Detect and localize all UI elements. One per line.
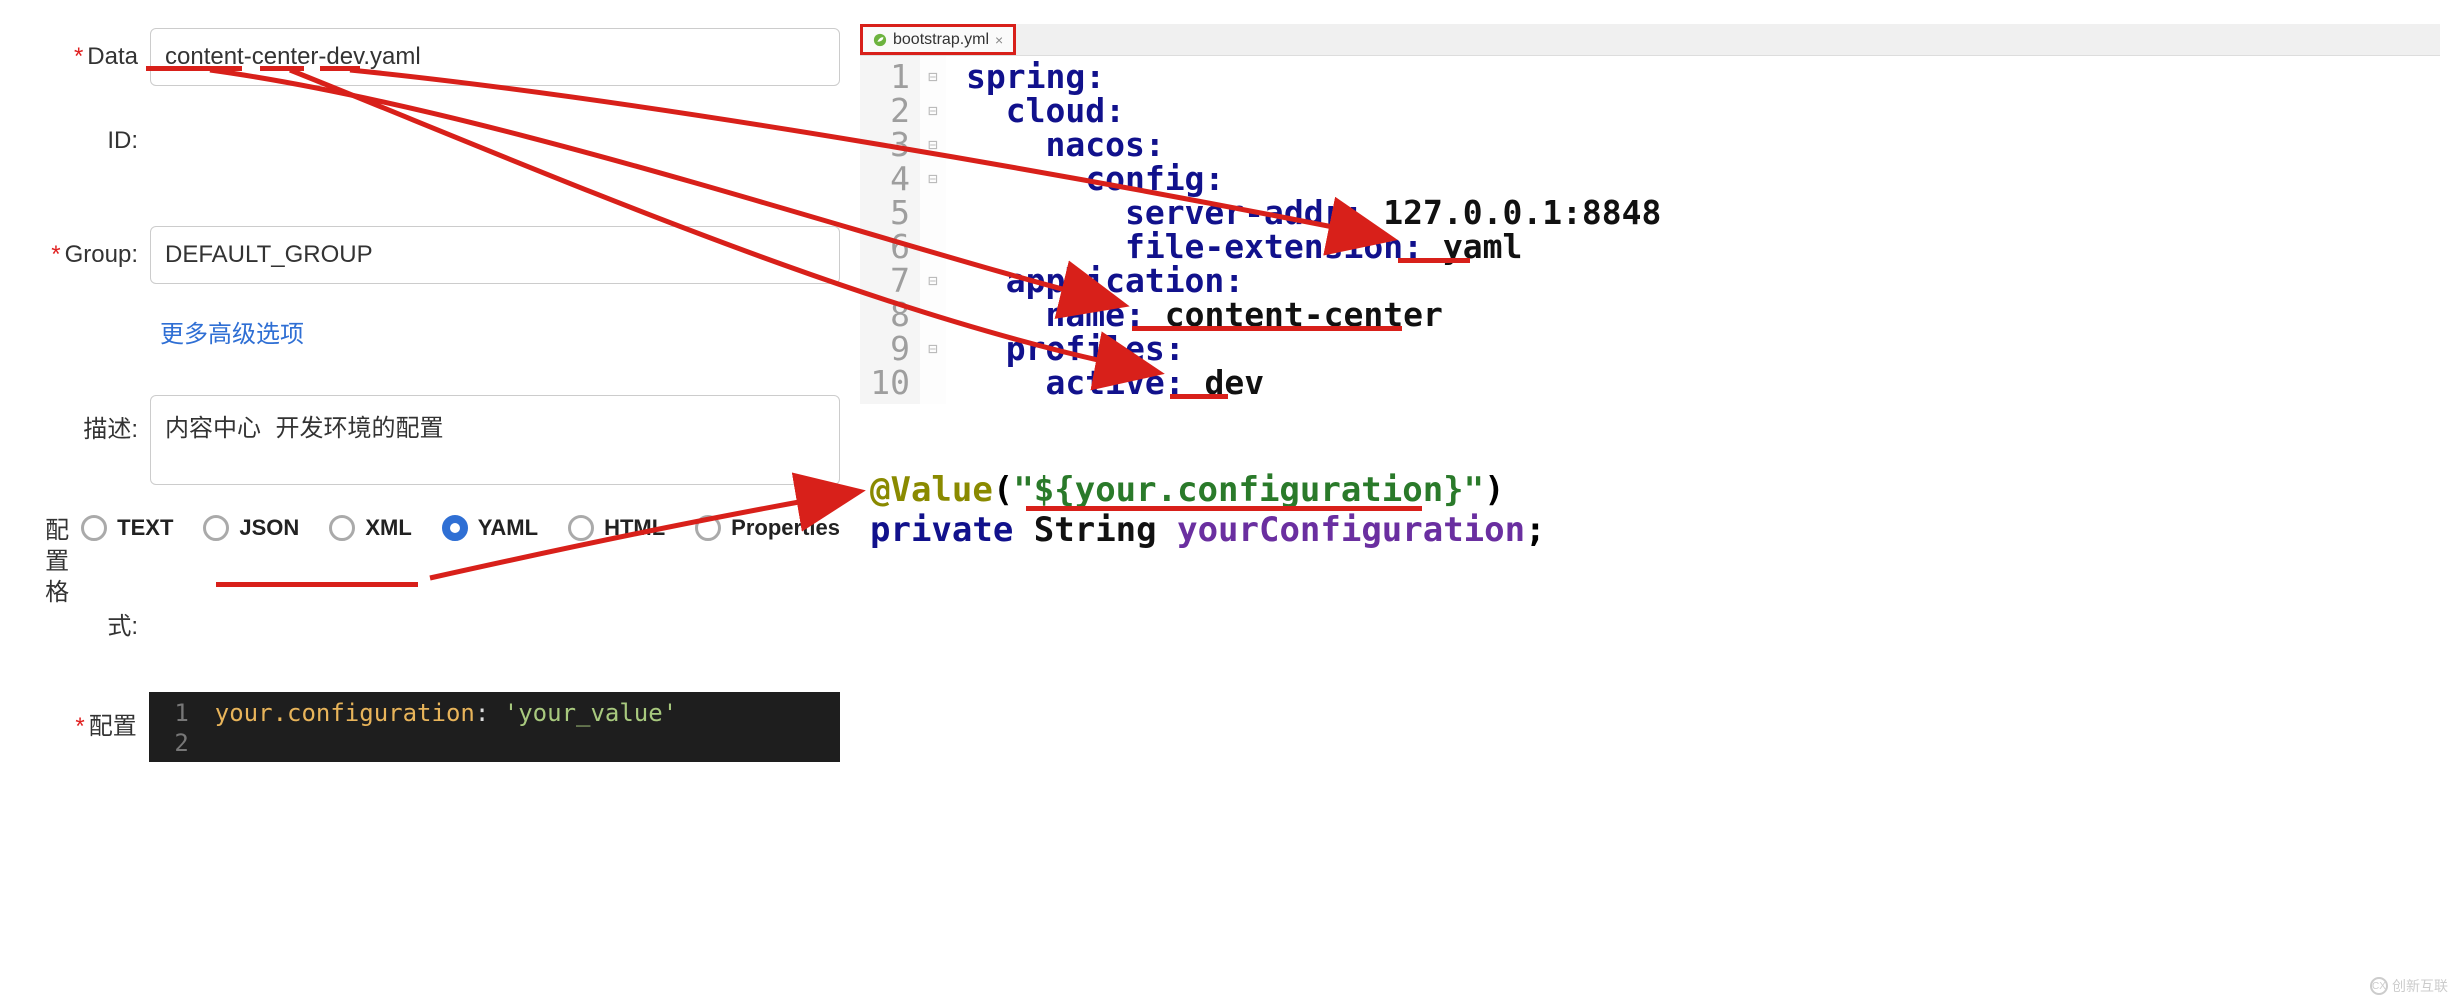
tab-bar: bootstrap.yml × <box>860 24 2440 56</box>
dark-sep: : <box>475 699 489 727</box>
label-data: Data <box>87 43 138 70</box>
row-desc: 描述: <box>40 395 840 485</box>
dark-line-2: 2 <box>149 728 189 758</box>
gutter-line: 7 <box>860 264 910 298</box>
gutter: 12345678910 <box>860 56 920 404</box>
row-id: ID: <box>40 112 840 170</box>
dark-gutter: 1 2 <box>149 692 199 762</box>
format-radio-xml[interactable]: XML <box>329 515 411 541</box>
watermark: CX 创新互联 <box>2370 976 2448 996</box>
gutter-line: 3 <box>860 128 910 162</box>
radio-label: XML <box>365 515 411 541</box>
format-radio-group: TEXT JSON XML YAML HTML Properties <box>81 515 840 541</box>
spring-leaf-icon <box>873 33 887 47</box>
dark-code: your.configuration: 'your_value' <box>199 692 677 762</box>
group-input[interactable] <box>150 226 840 284</box>
underline-yaml <box>1398 258 1470 263</box>
watermark-logo-icon: CX <box>2370 977 2388 995</box>
dark-val: 'your_value' <box>504 699 677 727</box>
underline-placeholder <box>1026 506 1422 511</box>
format-radio-properties[interactable]: Properties <box>695 515 840 541</box>
fold-column: ⊟⊟⊟⊟⊟⊟ <box>920 56 946 404</box>
underline-center <box>260 66 304 71</box>
underline-dev <box>320 66 360 71</box>
desc-input[interactable] <box>150 395 840 485</box>
radio-label: JSON <box>239 515 299 541</box>
file-tab-bootstrap[interactable]: bootstrap.yml × <box>860 24 1016 55</box>
gutter-line: 5 <box>860 196 910 230</box>
gutter-line: 2 <box>860 94 910 128</box>
radio-circle-icon <box>203 515 229 541</box>
radio-circle-icon <box>695 515 721 541</box>
tab-label: bootstrap.yml <box>893 31 989 49</box>
row-data: *Data <box>40 28 840 86</box>
label-desc: 描述: <box>83 416 138 443</box>
dark-line-1: 1 <box>149 698 189 728</box>
format-radio-yaml[interactable]: YAML <box>442 515 538 541</box>
row-group: *Group: <box>40 226 840 284</box>
dark-key: your.configuration <box>215 699 475 727</box>
gutter-line: 8 <box>860 298 910 332</box>
format-radio-text[interactable]: TEXT <box>81 515 173 541</box>
label-format-2: 式: <box>107 613 138 640</box>
gutter-line: 10 <box>860 366 910 400</box>
label-format-1: 配置格 <box>45 517 69 606</box>
gutter-line: 4 <box>860 162 910 196</box>
data-input[interactable] <box>150 28 840 86</box>
label-group: Group: <box>65 241 138 268</box>
radio-circle-icon <box>329 515 355 541</box>
label-id: ID: <box>107 127 138 154</box>
format-radio-json[interactable]: JSON <box>203 515 299 541</box>
watermark-text: 创新互联 <box>2392 976 2448 996</box>
yaml-code[interactable]: spring: cloud: nacos: config: server-add… <box>946 56 1661 404</box>
radio-label: TEXT <box>117 515 173 541</box>
underline-yourconf <box>216 582 418 587</box>
close-icon[interactable]: × <box>995 32 1003 48</box>
gutter-line: 6 <box>860 230 910 264</box>
config-form: *Data ID: *Group: 更多高级选项 描述: 配置格 TEXT JSO… <box>0 0 840 792</box>
radio-circle-icon <box>442 515 468 541</box>
radio-circle-icon <box>568 515 594 541</box>
radio-label: HTML <box>604 515 665 541</box>
config-editor[interactable]: 1 2 your.configuration: 'your_value' <box>149 692 840 762</box>
label-config: 配置 <box>89 713 137 740</box>
underline-content-center <box>1132 326 1402 331</box>
code-area: 12345678910 ⊟⊟⊟⊟⊟⊟ spring: cloud: nacos:… <box>860 56 2440 404</box>
underline-dev2 <box>1170 394 1228 399</box>
bootstrap-editor: bootstrap.yml × 12345678910 ⊟⊟⊟⊟⊟⊟ sprin… <box>860 24 2440 404</box>
radio-label: YAML <box>478 515 538 541</box>
radio-circle-icon <box>81 515 107 541</box>
underline-content <box>146 66 242 71</box>
format-radio-html[interactable]: HTML <box>568 515 665 541</box>
row-format: 配置格 TEXT JSON XML YAML HTML Properties <box>40 515 840 609</box>
gutter-line: 1 <box>860 60 910 94</box>
gutter-line: 9 <box>860 332 910 366</box>
more-options-link[interactable]: 更多高级选项 <box>160 314 304 349</box>
radio-label: Properties <box>731 515 840 541</box>
row-config: *配置 1 2 your.configuration: 'your_value' <box>40 692 840 762</box>
